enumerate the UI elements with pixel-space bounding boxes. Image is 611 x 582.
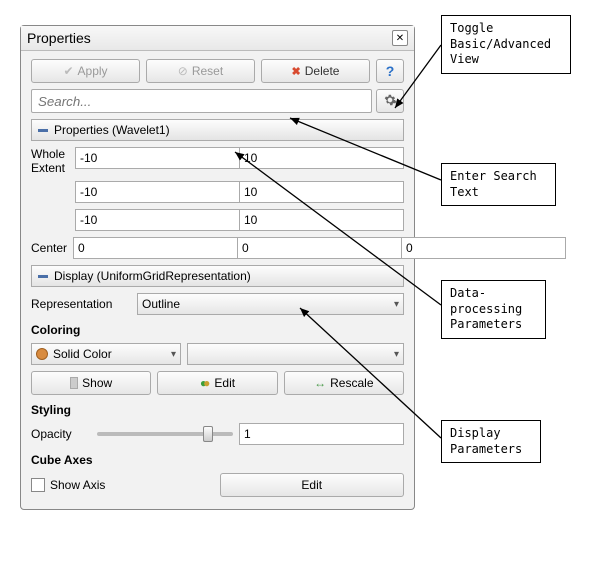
properties-section-label: Properties (Wavelet1) xyxy=(54,123,170,137)
rescale-label: Rescale xyxy=(330,376,373,390)
search-input[interactable] xyxy=(31,89,372,113)
annotation-dataproc: Data- processing Parameters xyxy=(441,280,546,339)
extent-y-lo[interactable] xyxy=(75,181,240,203)
reset-icon xyxy=(178,64,188,78)
delete-x-icon xyxy=(292,64,301,78)
gear-icon xyxy=(383,93,397,110)
question-icon xyxy=(386,63,395,79)
color-array-select[interactable] xyxy=(187,343,404,365)
reset-button[interactable]: Reset xyxy=(146,59,255,83)
representation-label: Representation xyxy=(31,293,131,315)
styling-label: Styling xyxy=(31,403,404,417)
reset-label: Reset xyxy=(192,64,223,78)
show-axis-label: Show Axis xyxy=(50,478,105,492)
extent-y-hi[interactable] xyxy=(240,181,404,203)
opacity-slider[interactable] xyxy=(97,423,233,445)
color-mode-select[interactable]: Solid Color xyxy=(31,343,181,365)
center-label: Center xyxy=(31,237,67,259)
properties-section-header[interactable]: Properties (Wavelet1) xyxy=(31,119,404,141)
color-mode-value: Solid Color xyxy=(53,347,112,361)
center-y[interactable] xyxy=(238,237,402,259)
delete-button[interactable]: Delete xyxy=(261,59,370,83)
representation-select[interactable]: Outline xyxy=(137,293,404,315)
rescale-icon xyxy=(314,376,326,390)
apply-label: Apply xyxy=(78,64,108,78)
edit-label: Edit xyxy=(214,376,235,390)
extent-x-lo[interactable] xyxy=(75,147,240,169)
annotation-toggle: Toggle Basic/Advanced View xyxy=(441,15,571,74)
checkbox-icon xyxy=(31,478,45,492)
edit-color-button[interactable]: Edit xyxy=(157,371,277,395)
bar-icon xyxy=(70,377,78,389)
collapse-icon xyxy=(38,275,48,278)
annotation-search: Enter Search Text xyxy=(441,163,556,206)
show-axis-checkbox[interactable]: Show Axis xyxy=(31,473,214,497)
edit-axes-label: Edit xyxy=(301,478,322,492)
palette-icon xyxy=(200,376,211,390)
cube-axes-label: Cube Axes xyxy=(31,453,404,467)
properties-panel: Properties ✕ Apply Reset Delete Properti… xyxy=(20,25,415,510)
show-button[interactable]: Show xyxy=(31,371,151,395)
representation-value: Outline xyxy=(142,297,180,311)
panel-title: Properties xyxy=(27,30,91,46)
apply-button[interactable]: Apply xyxy=(31,59,140,83)
extent-x-hi[interactable] xyxy=(240,147,404,169)
opacity-label: Opacity xyxy=(31,423,91,445)
panel-header: Properties ✕ xyxy=(21,26,414,51)
toggle-view-button[interactable] xyxy=(376,89,404,113)
whole-extent-label: Whole Extent xyxy=(31,147,69,175)
display-section-label: Display (UniformGridRepresentation) xyxy=(54,269,251,283)
center-x[interactable] xyxy=(73,237,238,259)
check-icon xyxy=(63,64,73,78)
display-section-header[interactable]: Display (UniformGridRepresentation) xyxy=(31,265,404,287)
extent-z-lo[interactable] xyxy=(75,209,240,231)
edit-axes-button[interactable]: Edit xyxy=(220,473,405,497)
coloring-label: Coloring xyxy=(31,323,404,337)
close-icon[interactable]: ✕ xyxy=(392,30,408,46)
extent-z-hi[interactable] xyxy=(240,209,404,231)
annotation-display: Display Parameters xyxy=(441,420,541,463)
center-z[interactable] xyxy=(402,237,566,259)
help-button[interactable] xyxy=(376,59,404,83)
rescale-button[interactable]: Rescale xyxy=(284,371,404,395)
color-swatch-icon xyxy=(36,348,48,360)
delete-label: Delete xyxy=(305,64,340,78)
collapse-icon xyxy=(38,129,48,132)
opacity-input[interactable] xyxy=(239,423,404,445)
show-label: Show xyxy=(82,376,112,390)
